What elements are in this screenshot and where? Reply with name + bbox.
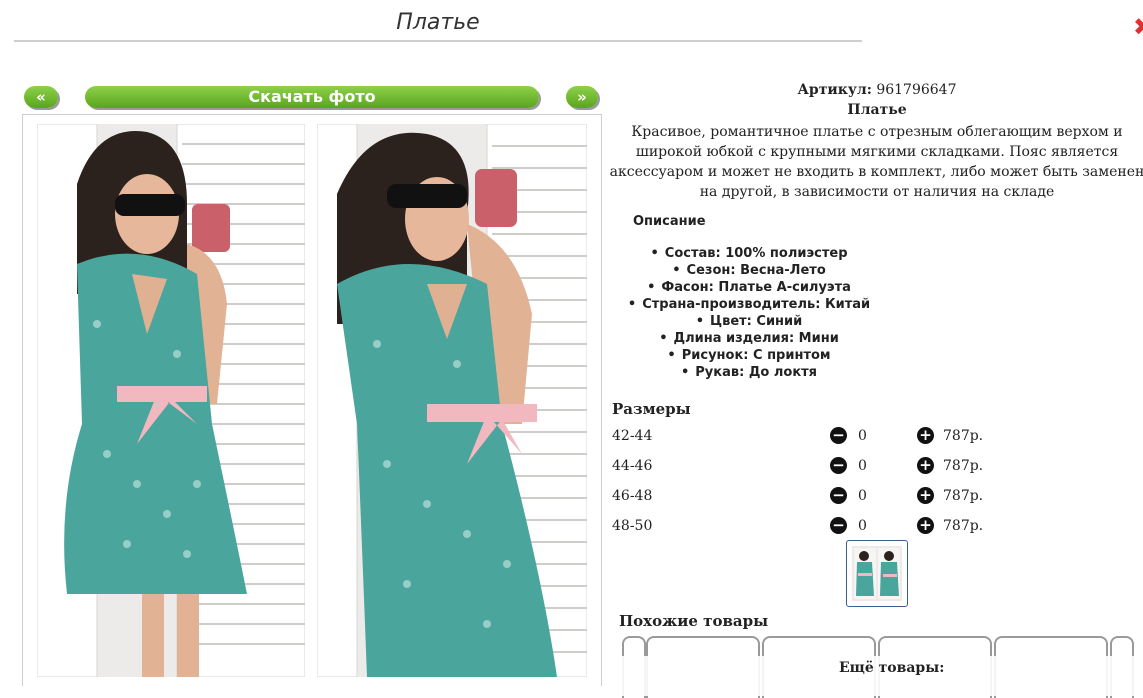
sizes-heading: Размеры <box>612 400 691 418</box>
quantity-value: 0 <box>858 488 867 504</box>
page-title: Платье <box>396 10 480 35</box>
size-row: 42-44 − 0 + 787р. <box>612 424 1012 448</box>
size-row: 46-48 − 0 + 787р. <box>612 484 1012 508</box>
minus-icon[interactable]: − <box>830 487 847 504</box>
minus-icon[interactable]: − <box>830 517 847 534</box>
product-description: Красивое, романтичное платье с отрезным … <box>609 124 1143 200</box>
spec-item: Цвет: Синий <box>604 313 894 330</box>
plus-icon[interactable]: + <box>917 427 934 444</box>
size-price: 787р. <box>943 458 984 474</box>
plus-icon[interactable]: + <box>917 517 934 534</box>
article-label: Артикул: <box>797 82 872 98</box>
product-photo-front <box>37 124 305 677</box>
quantity-value: 0 <box>858 458 867 474</box>
minus-icon[interactable]: − <box>830 457 847 474</box>
quantity-value: 0 <box>858 428 867 444</box>
specs-heading: Описание <box>633 214 706 229</box>
next-photo-button[interactable]: » <box>566 86 598 108</box>
photo-thumbnail[interactable] <box>846 540 908 607</box>
size-label: 46-48 <box>612 488 653 504</box>
article-value: 961796647 <box>876 82 957 98</box>
quantity-value: 0 <box>858 518 867 534</box>
spec-item: Страна-производитель: Китай <box>604 296 894 313</box>
spec-item: Рукав: До локтя <box>604 364 894 381</box>
size-label: 44-46 <box>612 458 653 474</box>
product-photo-side <box>317 124 587 677</box>
prev-photo-button[interactable]: « <box>24 86 58 108</box>
photo-gallery <box>22 114 602 686</box>
size-row: 48-50 − 0 + 787р. <box>612 514 1012 538</box>
download-photo-button[interactable]: Скачать фото <box>85 86 539 108</box>
title-divider <box>14 40 862 42</box>
article-line: Артикул: 961796647 <box>604 82 1143 98</box>
spec-item: Фасон: Платье А-силуэта <box>604 279 894 296</box>
size-price: 787р. <box>943 488 984 504</box>
specs-list: Состав: 100% полиэстер Сезон: Весна-Лето… <box>604 245 894 381</box>
similar-products-heading: Похожие товары <box>619 612 769 630</box>
plus-icon[interactable]: + <box>917 457 934 474</box>
more-products-heading: Ещё товары: <box>839 660 945 676</box>
spec-item: Состав: 100% полиэстер <box>604 245 894 262</box>
close-icon[interactable]: ✖ <box>1133 14 1143 40</box>
size-label: 42-44 <box>612 428 653 444</box>
size-price: 787р. <box>943 428 984 444</box>
spec-item: Длина изделия: Мини <box>604 330 894 347</box>
minus-icon[interactable]: − <box>830 427 847 444</box>
size-price: 787р. <box>943 518 984 534</box>
spec-item: Сезон: Весна-Лето <box>604 262 894 279</box>
plus-icon[interactable]: + <box>917 487 934 504</box>
product-name: Платье <box>847 102 907 118</box>
size-row: 44-46 − 0 + 787р. <box>612 454 1012 478</box>
spec-item: Рисунок: С принтом <box>604 347 894 364</box>
size-label: 48-50 <box>612 518 653 534</box>
